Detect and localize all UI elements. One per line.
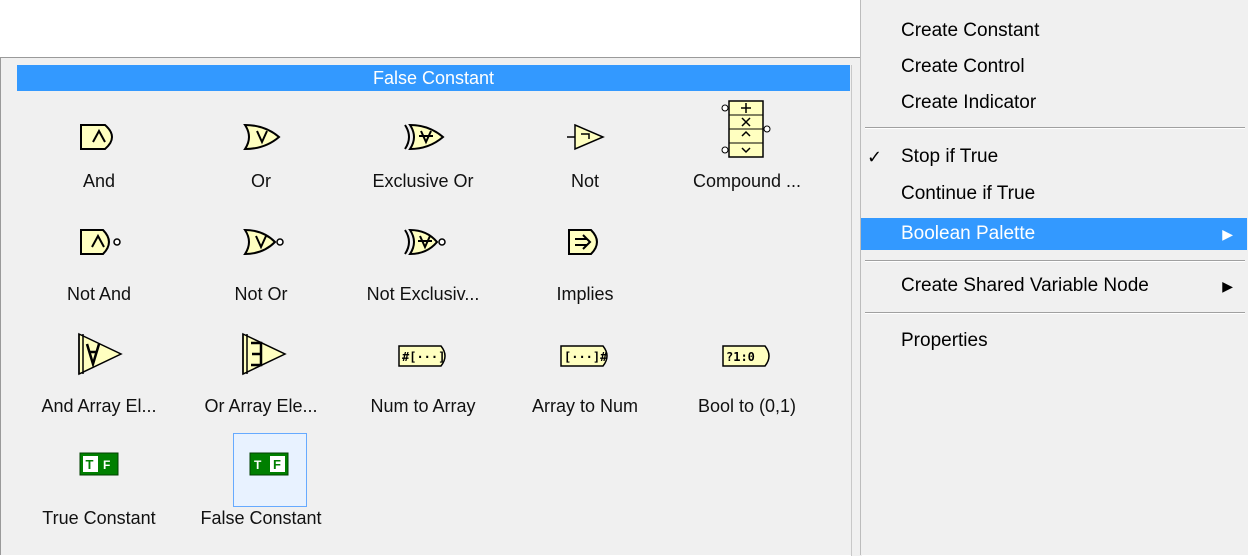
exclusive-or-icon bbox=[343, 113, 503, 161]
menu-item-create-indicator[interactable]: Create Indicator bbox=[861, 87, 1247, 119]
palette-item-true-constant[interactable]: T F True Constant bbox=[19, 450, 179, 558]
palette-item-label: And bbox=[82, 171, 116, 191]
palette-item-and-array-elements[interactable]: And Array El... bbox=[19, 332, 179, 446]
not-icon bbox=[505, 113, 665, 161]
menu-item-continue-if-true[interactable]: Continue if True bbox=[861, 178, 1247, 210]
bool-to-01-icon: ?1:0 bbox=[667, 338, 827, 386]
palette-title: False Constant bbox=[17, 65, 850, 91]
palette-item-false-constant[interactable]: T F False Constant bbox=[181, 433, 341, 558]
context-menu: Create Constant Create Control Create In… bbox=[860, 0, 1248, 555]
palette-item-label: Exclusive Or bbox=[372, 171, 474, 191]
palette-item-not[interactable]: Not bbox=[505, 113, 665, 221]
menu-item-label: Create Control bbox=[901, 56, 1025, 77]
palette-item-num-to-array[interactable]: #[···] Num to Array bbox=[343, 338, 503, 446]
palette-item-compound[interactable]: Compound ... bbox=[667, 100, 827, 221]
and-icon bbox=[19, 113, 179, 161]
and-array-elements-icon bbox=[19, 332, 179, 386]
menu-item-stop-if-true[interactable]: ✓ Stop if True bbox=[861, 141, 1247, 173]
or-icon bbox=[181, 113, 341, 161]
menu-separator bbox=[865, 312, 1245, 314]
menu-item-create-control[interactable]: Create Control bbox=[861, 51, 1247, 83]
palette-item-label: Not Exclusiv... bbox=[366, 284, 480, 304]
palette-item-exclusive-or[interactable]: Exclusive Or bbox=[343, 113, 503, 221]
not-exclusive-or-icon bbox=[343, 226, 503, 274]
or-array-elements-icon bbox=[181, 332, 341, 386]
palette-item-label: Or bbox=[251, 171, 271, 191]
boolean-palette: False Constant And Or Exclusive Or Not C… bbox=[0, 57, 862, 558]
palette-item-not-and[interactable]: Not And bbox=[19, 226, 179, 334]
palette-item-label: Num to Array bbox=[370, 396, 476, 416]
palette-item-implies[interactable]: Implies bbox=[505, 226, 665, 334]
menu-item-label: Continue if True bbox=[901, 183, 1036, 204]
palette-item-not-or[interactable]: Not Or bbox=[181, 226, 341, 334]
svg-text:[···]#: [···]# bbox=[564, 350, 608, 364]
checkmark-icon: ✓ bbox=[867, 147, 883, 167]
palette-item-label: True Constant bbox=[42, 508, 156, 528]
svg-text:#[···]: #[···] bbox=[402, 350, 445, 364]
not-and-icon bbox=[19, 226, 179, 274]
menu-item-label: Boolean Palette bbox=[901, 223, 1036, 244]
menu-item-label: Create Shared Variable Node bbox=[901, 275, 1149, 296]
submenu-arrow-icon: ▶ bbox=[1222, 278, 1233, 294]
palette-item-label: Bool to (0,1) bbox=[697, 396, 797, 416]
menu-item-label: Create Constant bbox=[901, 20, 1040, 41]
compound-arithmetic-icon bbox=[667, 100, 827, 161]
array-to-num-icon: [···]# bbox=[505, 338, 665, 386]
svg-text:F: F bbox=[273, 457, 281, 472]
svg-text:?1:0: ?1:0 bbox=[726, 350, 755, 364]
svg-text:T: T bbox=[254, 458, 262, 472]
palette-item-not-exclusive-or[interactable]: Not Exclusiv... bbox=[343, 226, 503, 334]
menu-item-boolean-palette[interactable]: Boolean Palette ▶ bbox=[861, 218, 1247, 250]
not-or-icon bbox=[181, 226, 341, 274]
menu-item-label: Properties bbox=[901, 330, 988, 351]
palette-item-array-to-num[interactable]: [···]# Array to Num bbox=[505, 338, 665, 446]
menu-item-create-constant[interactable]: Create Constant bbox=[861, 15, 1247, 47]
false-constant-icon: T F bbox=[181, 450, 341, 498]
menu-item-label: Stop if True bbox=[901, 146, 999, 167]
palette-item-or-array-elements[interactable]: Or Array Ele... bbox=[181, 332, 341, 446]
palette-item-label: False Constant bbox=[200, 508, 322, 528]
palette-item-label: Not And bbox=[66, 284, 132, 304]
svg-text:F: F bbox=[103, 458, 110, 472]
menu-separator bbox=[865, 260, 1245, 262]
palette-item-label: Array to Num bbox=[531, 396, 639, 416]
palette-item-bool-to-01[interactable]: ?1:0 Bool to (0,1) bbox=[667, 338, 827, 446]
palette-item-and[interactable]: And bbox=[19, 113, 179, 221]
submenu-arrow-icon: ▶ bbox=[1222, 226, 1233, 242]
menu-item-properties[interactable]: Properties bbox=[861, 325, 1247, 357]
menu-item-label: Create Indicator bbox=[901, 92, 1037, 113]
menu-item-create-shared-variable-node[interactable]: Create Shared Variable Node ▶ bbox=[861, 270, 1247, 302]
true-constant-icon: T F bbox=[19, 450, 179, 498]
palette-item-label: Compound ... bbox=[692, 171, 802, 191]
palette-item-label: Not Or bbox=[234, 284, 288, 304]
palette-item-label: Implies bbox=[556, 284, 614, 304]
palette-item-label: And Array El... bbox=[41, 396, 157, 416]
menu-separator bbox=[865, 127, 1245, 129]
svg-text:T: T bbox=[86, 457, 94, 472]
palette-item-label: Not bbox=[570, 171, 599, 191]
palette-item-or[interactable]: Or bbox=[181, 113, 341, 221]
implies-icon bbox=[505, 226, 665, 274]
palette-item-label: Or Array Ele... bbox=[204, 396, 318, 416]
num-to-array-icon: #[···] bbox=[343, 338, 503, 386]
